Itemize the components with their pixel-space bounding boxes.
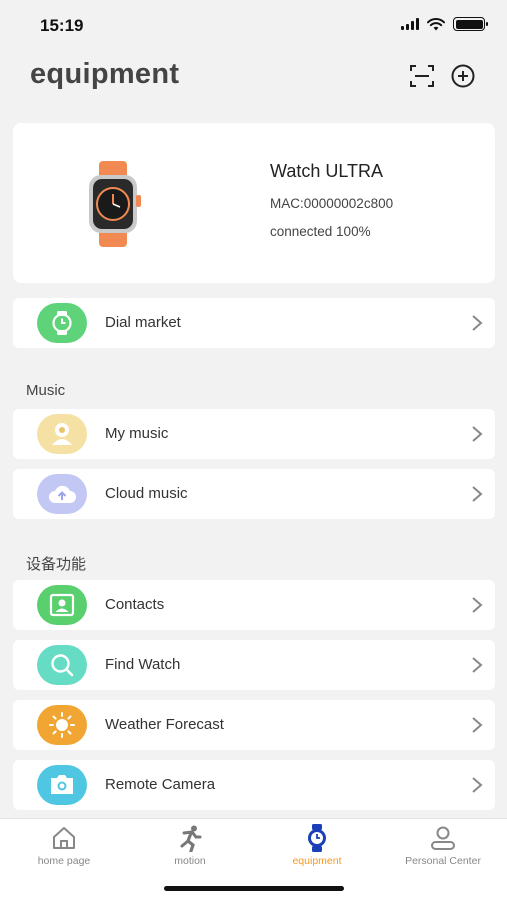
find-watch-label: Find Watch xyxy=(105,656,181,673)
cloud-music-row[interactable]: Cloud music xyxy=(13,469,495,519)
watch-icon xyxy=(308,824,326,852)
home-icon xyxy=(53,827,75,849)
tab-label: equipment xyxy=(292,855,342,867)
device-status: connected 100% xyxy=(270,224,371,239)
battery-icon xyxy=(453,17,488,31)
device-mac: MAC:00000002c800 xyxy=(270,196,394,211)
chevron-right-icon xyxy=(472,717,483,733)
tab-home-page[interactable]: home page xyxy=(1,819,127,879)
tab-label: motion xyxy=(174,855,206,867)
sun-icon xyxy=(37,705,87,745)
tab-personal-center[interactable]: Personal Center xyxy=(380,819,506,879)
wifi-icon xyxy=(427,17,445,30)
dial-market-label: Dial market xyxy=(105,314,181,331)
my-music-label: My music xyxy=(105,425,169,442)
signal-icon xyxy=(401,18,419,30)
chevron-right-icon xyxy=(472,486,483,502)
remote-camera-label: Remote Camera xyxy=(105,776,216,793)
my-music-row[interactable]: My music xyxy=(13,409,495,459)
remote-camera-row[interactable]: Remote Camera xyxy=(13,760,495,810)
cloud-upload-icon xyxy=(37,474,87,514)
device-name: Watch ULTRA xyxy=(270,161,384,181)
device-functions-title: 设备功能 xyxy=(26,556,87,573)
runner-icon xyxy=(180,825,202,852)
scan-icon[interactable] xyxy=(409,63,435,89)
watch-face-icon xyxy=(37,303,87,343)
contacts-icon xyxy=(37,585,87,625)
tab-motion[interactable]: motion xyxy=(127,819,253,879)
status-time: 15:19 xyxy=(40,16,84,35)
status-bar: 15:19 xyxy=(0,0,507,48)
contacts-label: Contacts xyxy=(105,596,165,613)
status-icons xyxy=(401,17,488,31)
add-circle-icon[interactable] xyxy=(450,63,476,89)
weather-forecast-label: Weather Forecast xyxy=(105,716,224,733)
weather-forecast-row[interactable]: Weather Forecast xyxy=(13,700,495,750)
cloud-music-label: Cloud music xyxy=(105,485,188,502)
find-watch-row[interactable]: Find Watch xyxy=(13,640,495,690)
dial-market-row[interactable]: Dial market xyxy=(13,298,495,348)
person-icon xyxy=(431,826,455,850)
chevron-right-icon xyxy=(472,777,483,793)
tab-equipment[interactable]: equipment xyxy=(254,819,380,879)
chevron-right-icon xyxy=(472,315,483,331)
device-card[interactable]: Watch ULTRA MAC:00000002c800 connected 1… xyxy=(13,123,495,283)
home-indicator[interactable] xyxy=(164,886,344,891)
tab-label: home page xyxy=(37,855,91,867)
music-note-icon xyxy=(37,414,87,454)
smartwatch-image xyxy=(89,161,141,247)
chevron-right-icon xyxy=(472,657,483,673)
search-watch-icon xyxy=(37,645,87,685)
music-section-title: Music xyxy=(26,382,66,399)
chevron-right-icon xyxy=(472,597,483,613)
chevron-right-icon xyxy=(472,426,483,442)
contacts-row[interactable]: Contacts xyxy=(13,580,495,630)
page-title: equipment xyxy=(30,58,180,90)
camera-icon xyxy=(37,765,87,805)
tab-label: Personal Center xyxy=(405,855,481,867)
